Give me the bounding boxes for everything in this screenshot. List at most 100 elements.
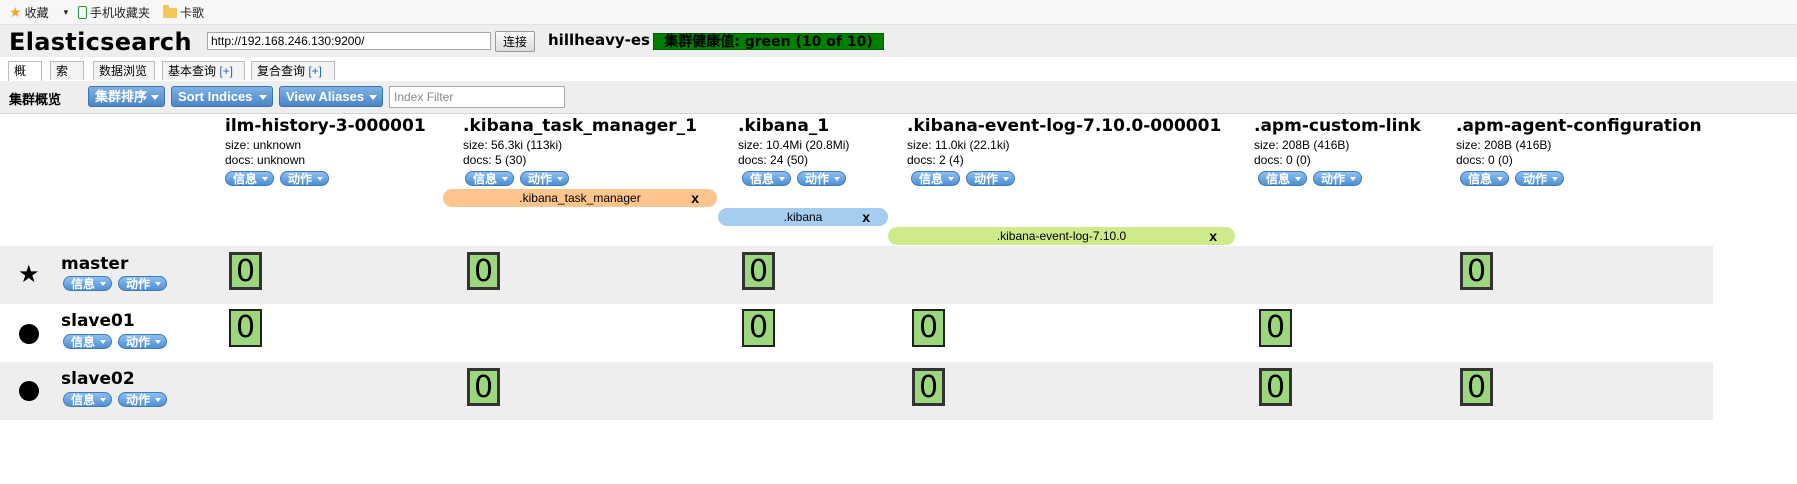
bookmark-folder-label: 卡歌: [180, 6, 205, 20]
index-info-button[interactable]: 信息: [225, 171, 275, 186]
alias-badge: .kibana_task_manager x: [443, 189, 717, 207]
bookmark-mobile-label: 手机收藏夹: [90, 6, 151, 20]
index-name: .apm-agent-configuration: [1456, 116, 1702, 136]
shard[interactable]: 0: [467, 252, 500, 290]
tab-indices[interactable]: 索引: [50, 61, 84, 96]
index-docs: docs: unknown: [225, 153, 306, 167]
index-info-button[interactable]: 信息: [1460, 171, 1510, 186]
tab-add[interactable]: [+]: [308, 64, 322, 78]
toolbar-title: 集群概览: [9, 92, 62, 107]
node-info-button[interactable]: 信息: [63, 276, 113, 291]
close-icon[interactable]: x: [1209, 227, 1217, 245]
tab-label: 数据浏览: [99, 64, 148, 78]
connect-button[interactable]: 连接: [495, 31, 535, 52]
node-name: slave02: [61, 369, 135, 389]
index-filter-input[interactable]: [389, 86, 565, 108]
tab-label: 复合查询: [257, 64, 309, 78]
star-icon: ★: [18, 261, 40, 288]
index-action-button[interactable]: 动作: [1313, 171, 1363, 186]
index-info-button[interactable]: 信息: [911, 171, 961, 186]
index-size: size: unknown: [225, 138, 302, 152]
node-info-button[interactable]: 信息: [63, 392, 113, 407]
bookmark-mobile[interactable]: 手机收藏夹: [78, 4, 150, 21]
shard[interactable]: 0: [1460, 252, 1493, 290]
node-action-button[interactable]: 动作: [118, 334, 168, 349]
index-info-button[interactable]: 信息: [1258, 171, 1308, 186]
index-size: size: 11.0ki (22.1ki): [907, 138, 1010, 152]
node-name: master: [61, 254, 129, 274]
index-action-button[interactable]: 动作: [520, 171, 570, 186]
chevron-down-icon[interactable]: ▾: [64, 7, 69, 18]
shard[interactable]: 0: [1259, 368, 1292, 406]
index-column: .apm-agent-configuration size: 208B (416…: [1456, 116, 1702, 186]
index-name: ilm-history-3-000001: [225, 116, 426, 136]
cluster-health-badge: 集群健康值: green (10 of 10): [653, 33, 884, 50]
index-docs: docs: 5 (30): [463, 153, 527, 167]
node-info-button[interactable]: 信息: [63, 334, 113, 349]
index-actions: 信息 动作: [465, 171, 697, 186]
node-action-button[interactable]: 动作: [118, 392, 168, 407]
main-tabs: 概览 索引 数据浏览 基本查询 [+] 复合查询 [+]: [0, 61, 1797, 96]
index-action-button[interactable]: 动作: [966, 171, 1016, 186]
shard[interactable]: 0: [742, 252, 775, 290]
index-name: .apm-custom-link: [1254, 116, 1421, 136]
tab-overview[interactable]: 概览: [8, 61, 42, 96]
node-action-button[interactable]: 动作: [118, 276, 168, 291]
close-icon[interactable]: x: [691, 189, 699, 207]
close-icon[interactable]: x: [862, 208, 870, 226]
bookmark-favorites-label: 收藏: [24, 6, 49, 20]
shard[interactable]: 0: [1259, 309, 1292, 347]
tab-structured-query[interactable]: 复合查询 [+]: [251, 61, 335, 80]
tab-basic-query[interactable]: 基本查询 [+]: [162, 61, 245, 80]
node-row: slave02 信息 动作 0 0 0 0: [0, 362, 1713, 420]
index-column: .kibana_task_manager_1 size: 56.3ki (113…: [463, 116, 697, 186]
shard[interactable]: 0: [912, 368, 945, 406]
index-actions: 信息 动作: [1258, 171, 1421, 186]
cluster-sort-button[interactable]: 集群排序: [88, 86, 165, 107]
bookmark-favorites[interactable]: ★ 收藏 ▾: [9, 4, 68, 21]
index-actions: 信息 动作: [911, 171, 1221, 186]
phone-icon: [78, 6, 87, 19]
alias-label: .kibana: [783, 210, 823, 224]
shard[interactable]: 0: [912, 309, 945, 347]
index-docs: docs: 0 (0): [1254, 153, 1311, 167]
view-aliases-button[interactable]: View Aliases: [279, 86, 383, 107]
index-action-button[interactable]: 动作: [1515, 171, 1565, 186]
tab-label: 基本查询: [168, 64, 220, 78]
node-row: ★ master 信息 动作 0 0 0 0: [0, 246, 1713, 304]
bookmark-folder[interactable]: 卡歌: [163, 4, 204, 21]
alias-label: .kibana-event-log-7.10.0: [996, 229, 1127, 243]
index-size: size: 56.3ki (113ki): [463, 138, 563, 152]
index-column: .apm-custom-link size: 208B (416B) docs:…: [1254, 116, 1421, 186]
index-actions: 信息 动作: [742, 171, 849, 186]
index-size: size: 10.4Mi (20.8Mi): [738, 138, 850, 152]
shard[interactable]: 0: [1460, 368, 1493, 406]
node-name: slave01: [61, 311, 135, 331]
index-name: .kibana_1: [738, 116, 830, 136]
index-docs: docs: 2 (4): [907, 153, 964, 167]
index-name: .kibana-event-log-7.10.0-000001: [907, 116, 1222, 136]
index-column: .kibana_1 size: 10.4Mi (20.8Mi) docs: 24…: [738, 116, 849, 186]
index-action-button[interactable]: 动作: [280, 171, 330, 186]
index-column: .kibana-event-log-7.10.0-000001 size: 11…: [907, 116, 1221, 186]
index-action-button[interactable]: 动作: [797, 171, 847, 186]
index-size: size: 208B (416B): [1254, 138, 1350, 152]
shard[interactable]: 0: [742, 309, 775, 347]
shard[interactable]: 0: [229, 252, 262, 290]
index-info-button[interactable]: 信息: [742, 171, 792, 186]
tab-browser[interactable]: 数据浏览: [93, 61, 155, 80]
sort-indices-button[interactable]: Sort Indices: [171, 86, 273, 107]
alias-badge: .kibana-event-log-7.10.0 x: [888, 227, 1235, 245]
tab-add[interactable]: [+]: [219, 64, 233, 78]
shard[interactable]: 0: [229, 309, 262, 347]
node-actions: 信息 动作: [63, 392, 168, 407]
app-title: Elasticsearch: [9, 28, 192, 56]
folder-icon: [163, 4, 177, 18]
star-icon: ★: [9, 4, 22, 20]
index-actions: 信息 动作: [1460, 171, 1702, 186]
shard[interactable]: 0: [467, 368, 500, 406]
url-input[interactable]: [207, 32, 491, 50]
index-name: .kibana_task_manager_1: [463, 116, 697, 136]
index-info-button[interactable]: 信息: [465, 171, 515, 186]
circle-icon: [19, 324, 39, 344]
